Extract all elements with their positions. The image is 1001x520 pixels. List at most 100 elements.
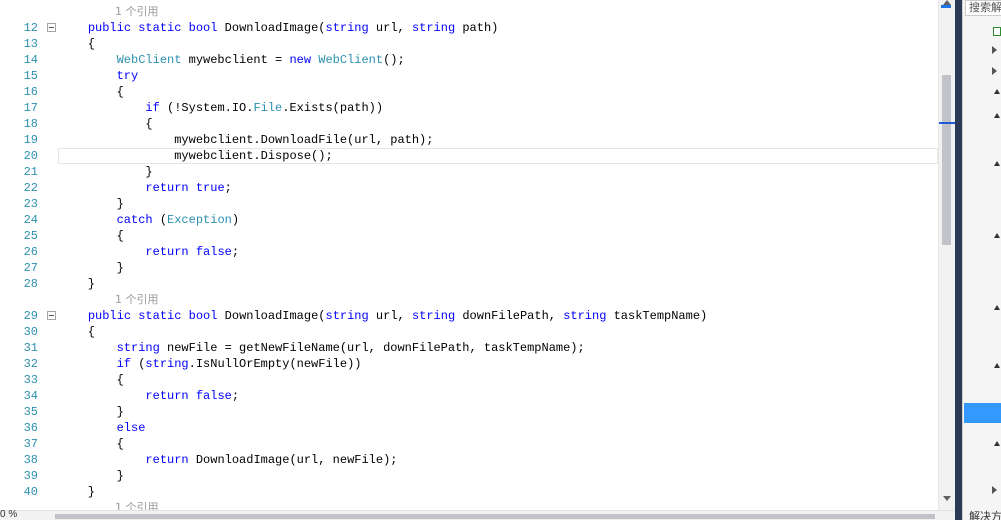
collapse-region-icon[interactable]	[47, 23, 56, 32]
tree-collapse-icon[interactable]	[994, 305, 1000, 310]
code-text[interactable]: try	[59, 68, 139, 84]
code-token: ();	[383, 53, 405, 67]
type-token: WebClient	[318, 53, 384, 67]
code-text[interactable]: }	[59, 404, 124, 420]
code-line: 22 return true;	[0, 180, 938, 196]
code-editor[interactable]: 1 个引用 12 public static bool DownloadImag…	[0, 0, 938, 510]
code-text[interactable]: {	[59, 372, 124, 388]
code-token: mywebclient =	[181, 53, 290, 67]
keyword-token: static	[138, 21, 182, 35]
solution-search-input[interactable]: 搜索解	[965, 0, 1001, 16]
code-token: }	[59, 197, 124, 211]
code-text[interactable]: }	[59, 276, 95, 292]
code-token: .IsNullOrEmpty(newFile))	[188, 357, 362, 371]
zoom-level[interactable]: 0 %	[0, 509, 17, 520]
tree-collapse-icon[interactable]	[994, 113, 1000, 118]
code-token: }	[59, 469, 124, 483]
solution-explorer-tab[interactable]: 解决方	[969, 508, 1001, 520]
code-token: {	[59, 37, 96, 51]
line-number: 38	[23, 453, 38, 467]
code-line: 18 {	[0, 116, 938, 132]
code-text[interactable]: {	[59, 436, 124, 452]
code-text[interactable]: {	[59, 324, 95, 340]
reference-line: 1 个引用	[0, 292, 938, 308]
panel-splitter[interactable]	[955, 0, 962, 520]
scroll-down-icon[interactable]	[943, 496, 951, 501]
reference-hint[interactable]: 1 个引用	[115, 292, 159, 308]
keyword-token: string	[411, 21, 456, 35]
line-number: 12	[23, 21, 38, 35]
horizontal-scroll-thumb[interactable]	[55, 514, 935, 519]
code-text[interactable]: }	[59, 164, 152, 180]
code-text[interactable]: else	[59, 420, 146, 436]
keyword-token: string	[325, 21, 369, 35]
code-token: mywebclient.DownloadFile(url, path);	[59, 133, 434, 147]
code-text[interactable]: {	[59, 116, 152, 132]
tree-collapse-icon[interactable]	[994, 233, 1000, 238]
line-number: 21	[23, 165, 38, 179]
code-token: {	[59, 437, 124, 451]
code-text[interactable]: }	[59, 484, 95, 500]
code-token: .Exists(path))	[282, 101, 384, 115]
code-text[interactable]: public static bool DownloadImage(string …	[59, 308, 707, 324]
reference-hint[interactable]: 1 个引用	[115, 4, 159, 20]
tree-collapse-icon[interactable]	[994, 441, 1000, 446]
code-text[interactable]: {	[59, 84, 124, 100]
keyword-token: string	[145, 357, 189, 371]
code-text[interactable]: public static bool DownloadImage(string …	[59, 20, 499, 36]
vertical-scroll-thumb[interactable]	[942, 75, 951, 245]
keyword-token: bool	[188, 309, 218, 323]
code-text[interactable]: if (!System.IO.File.Exists(path))	[59, 100, 383, 116]
keyword-token: string	[325, 309, 369, 323]
selected-tree-item[interactable]	[964, 403, 1001, 423]
code-token: DownloadImage(url, newFile);	[188, 453, 398, 467]
code-text[interactable]: }	[59, 196, 124, 212]
code-text[interactable]: {	[59, 36, 95, 52]
code-line: 15 try	[0, 68, 938, 84]
collapse-region-icon[interactable]	[47, 311, 56, 320]
horizontal-scrollbar[interactable]: 0 %	[0, 509, 955, 520]
line-number: 24	[23, 213, 38, 227]
code-text[interactable]: return false;	[59, 244, 239, 260]
code-token: {	[59, 325, 96, 339]
code-token: ;	[231, 389, 240, 403]
reference-hint[interactable]: 1 个引用	[115, 500, 159, 510]
code-text[interactable]: return true;	[59, 180, 231, 196]
tree-collapse-icon[interactable]	[994, 89, 1000, 94]
line-number: 14	[23, 53, 38, 67]
code-text[interactable]: }	[59, 468, 124, 484]
code-text[interactable]: return DownloadImage(url, newFile);	[59, 452, 397, 468]
type-token: WebClient	[116, 53, 182, 67]
code-token: (	[131, 357, 146, 371]
tree-collapse-icon[interactable]	[994, 363, 1000, 368]
code-text[interactable]: }	[59, 260, 124, 276]
line-number: 35	[23, 405, 38, 419]
code-text[interactable]: {	[59, 228, 124, 244]
keyword-token: catch	[116, 213, 153, 227]
keyword-token: return	[145, 453, 189, 467]
code-text[interactable]: return false;	[59, 388, 239, 404]
code-text[interactable]: string newFile = getNewFileName(url, dow…	[59, 340, 585, 356]
keyword-token: else	[116, 421, 146, 435]
vertical-scrollbar[interactable]	[938, 0, 956, 510]
code-line: 40 }	[0, 484, 938, 500]
tree-collapse-icon[interactable]	[994, 161, 1000, 166]
code-line: 37 {	[0, 436, 938, 452]
tree-expand-icon[interactable]	[992, 46, 997, 54]
code-token: taskTempName)	[606, 309, 708, 323]
tree-expand-icon[interactable]	[992, 67, 997, 75]
code-text[interactable]: mywebclient.DownloadFile(url, path);	[59, 132, 433, 148]
code-text[interactable]: WebClient mywebclient = new WebClient();	[59, 52, 405, 68]
code-text[interactable]: catch (Exception)	[59, 212, 239, 228]
keyword-token: bool	[188, 21, 218, 35]
code-text[interactable]: if (string.IsNullOrEmpty(newFile))	[59, 356, 362, 372]
code-token: }	[59, 261, 124, 275]
tree-expand-icon[interactable]	[992, 486, 997, 494]
